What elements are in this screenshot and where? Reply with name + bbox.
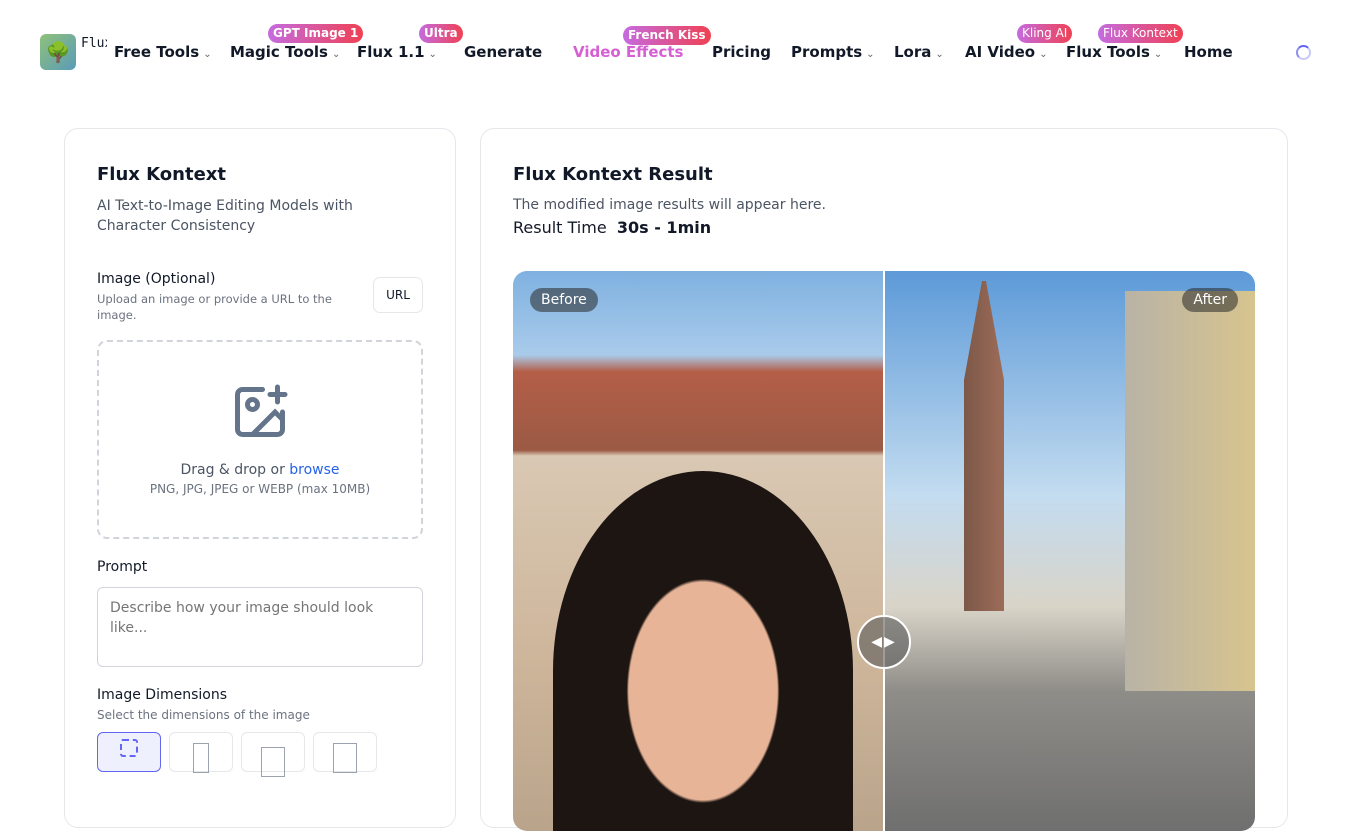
panel-title: Flux Kontext	[97, 164, 226, 185]
drop-formats: PNG, JPG, JPEG or WEBP (max 10MB)	[149, 482, 371, 496]
before-after-comparison[interactable]: Before After ◀▶	[513, 271, 1255, 831]
chevron-down-icon: ⌄	[935, 49, 944, 60]
logo-tree-icon[interactable]: 🌳	[40, 34, 76, 70]
chevron-down-icon: ⌄	[331, 49, 341, 60]
badge-kling-ai: Kling AI	[1017, 24, 1073, 43]
nav-flux-11[interactable]: Flux 1.1 ⌄	[357, 43, 437, 61]
chevron-down-icon: ⌄	[1153, 49, 1163, 60]
nav-label: Prompts	[791, 43, 863, 61]
loading-spinner-icon	[1296, 45, 1311, 60]
url-button[interactable]: URL	[373, 277, 423, 313]
square-icon	[261, 747, 285, 777]
image-dropzone[interactable]: Drag & drop or browse PNG, JPG, JPEG or …	[97, 340, 423, 539]
dimensions-help: Select the dimensions of the image	[97, 708, 310, 722]
nav-free-tools[interactable]: Free Tools ⌄	[114, 43, 212, 61]
chevron-down-icon: ⌄	[428, 49, 437, 60]
after-image	[884, 271, 1255, 831]
drop-text: Drag & drop or	[180, 462, 290, 478]
nav-pricing[interactable]: Pricing	[712, 43, 771, 61]
buildings-photo	[1125, 291, 1255, 691]
result-title: Flux Kontext Result	[513, 164, 713, 185]
badge-gpt-image: GPT Image 1	[268, 24, 364, 43]
prompt-input[interactable]	[97, 587, 423, 667]
comparison-divider[interactable]	[883, 271, 885, 831]
dimension-portrait[interactable]	[169, 732, 233, 773]
nav-generate[interactable]: Generate	[464, 43, 542, 61]
nav-label: Magic Tools	[230, 43, 328, 61]
nav-magic-tools[interactable]: Magic Tools ⌄	[230, 43, 340, 61]
nav-video-effects[interactable]: Video Effects	[573, 43, 684, 61]
portrait-photo	[553, 471, 853, 831]
nav-label: Flux 1.1	[357, 43, 425, 61]
nav-home[interactable]: Home	[1184, 43, 1233, 61]
badge-ultra: Ultra	[419, 24, 463, 43]
chevron-down-icon: ⌄	[203, 49, 212, 60]
add-image-icon	[235, 384, 288, 437]
top-nav: 🌳 Flux AI Free Tools⌄ GPT Image 1 Magic …	[0, 0, 1352, 100]
slider-handle-arrows-icon[interactable]: ◀▶	[857, 615, 911, 669]
nav-ai-video[interactable]: AI Video ⌄	[965, 43, 1048, 61]
tower-photo	[964, 281, 1004, 611]
chevron-down-icon: ⌄	[866, 49, 875, 60]
image-help: Upload an image or provide a URL to the …	[97, 292, 332, 322]
nav-flux-tools[interactable]: Flux Tools ⌄	[1066, 43, 1162, 61]
nav-label: Free Tools	[114, 43, 200, 61]
nav-label: Flux Tools	[1066, 43, 1150, 61]
chevron-down-icon: ⌄	[1039, 49, 1048, 60]
before-label: Before	[530, 288, 598, 312]
result-panel: Flux Kontext Result The modified image r…	[480, 128, 1288, 831]
badge-flux-kontext: Flux Kontext	[1098, 24, 1183, 43]
browse-link[interactable]: browse	[289, 462, 339, 478]
result-time-value: 30s - 1min	[616, 218, 712, 237]
dimensions-label: Image Dimensions	[97, 687, 228, 703]
dimension-auto[interactable]	[97, 732, 161, 772]
nav-lora[interactable]: Lora ⌄	[894, 43, 944, 61]
dimension-tall[interactable]	[313, 732, 377, 773]
panel-subtitle: AI Text-to-Image Editing Models with Cha…	[97, 198, 353, 234]
nav-prompts[interactable]: Prompts ⌄	[791, 43, 875, 61]
prompt-label: Prompt	[97, 559, 148, 575]
auto-crop-icon	[120, 739, 138, 757]
result-time-label: Result Time	[513, 218, 607, 237]
portrait-icon	[193, 743, 209, 773]
input-panel: Flux Kontext AI Text-to-Image Editing Mo…	[64, 128, 456, 828]
dimension-square[interactable]	[241, 732, 305, 777]
nav-label: AI Video	[965, 43, 1036, 61]
before-image	[513, 271, 884, 831]
result-desc: The modified image results will appear h…	[513, 197, 826, 213]
image-label: Image (Optional)	[97, 271, 216, 287]
tall-icon	[333, 743, 357, 773]
nav-label: Lora	[894, 43, 932, 61]
after-label: After	[1182, 288, 1238, 312]
logo-text: Flux AI	[81, 36, 107, 51]
